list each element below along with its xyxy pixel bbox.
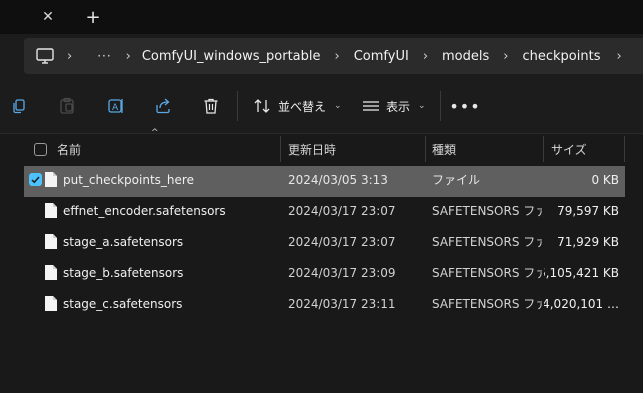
column-header-name[interactable]: 名前	[57, 136, 81, 162]
rename-icon: A	[108, 99, 123, 113]
toolbar-divider	[440, 91, 441, 121]
column-header-size[interactable]: サイズ	[551, 136, 587, 162]
file-date: 2024/03/05 3:13	[288, 172, 388, 187]
more-options-button[interactable]: •••	[449, 95, 479, 117]
command-bar: A 並べ替え ⌄ 表示 ⌄ •••	[0, 79, 643, 134]
delete-button[interactable]	[199, 95, 223, 117]
copy-icon	[13, 99, 25, 114]
file-name: effnet_encoder.safetensors	[63, 203, 226, 218]
table-row[interactable]: effnet_encoder.safetensors 2024/03/17 23…	[24, 197, 625, 228]
chevron-right-icon[interactable]: ›	[503, 49, 508, 64]
file-icon	[45, 296, 57, 311]
sort-label: 並べ替え	[278, 99, 327, 114]
chevron-right-icon[interactable]: ›	[67, 49, 72, 64]
file-name: stage_a.safetensors	[63, 234, 184, 249]
column-header-date[interactable]: 更新日時	[288, 136, 336, 162]
checkmark-icon	[31, 176, 40, 183]
file-icon	[45, 172, 57, 187]
breadcrumb-comfyui-windows-portable[interactable]: ComfyUI_windows_portable	[142, 49, 321, 64]
file-type: SAFETENSORS ファ	[432, 235, 542, 249]
column-divider[interactable]	[280, 136, 281, 162]
file-size: 0 KB	[591, 172, 619, 187]
file-size: 14,020,101 …	[544, 296, 619, 311]
file-date: 2024/03/17 23:07	[288, 203, 396, 218]
sort-button[interactable]: 並べ替え ⌄	[254, 95, 342, 117]
toolbar-divider	[237, 91, 238, 121]
close-tab-icon[interactable]: ✕	[37, 7, 59, 27]
file-type: SAFETENSORS ファ	[432, 297, 542, 311]
file-date: 2024/03/17 23:11	[288, 296, 396, 311]
view-button[interactable]: 表示 ⌄	[362, 95, 426, 117]
title-bar: ✕ +	[0, 0, 643, 34]
file-type: ファイル	[432, 173, 481, 187]
trash-icon	[204, 98, 218, 114]
share-button[interactable]	[151, 95, 175, 117]
file-size: 6,105,421 KB	[544, 265, 619, 280]
view-label: 表示	[386, 99, 411, 114]
file-name: stage_c.safetensors	[63, 296, 183, 311]
chevron-down-icon: ⌄	[418, 101, 426, 111]
copy-button[interactable]	[7, 95, 31, 117]
chevron-right-icon[interactable]: ›	[423, 49, 428, 64]
file-icon	[45, 203, 57, 218]
breadcrumb-models[interactable]: models	[442, 49, 489, 64]
vertical-scrollbar[interactable]	[639, 134, 643, 393]
column-divider[interactable]	[543, 136, 544, 162]
chevron-right-icon[interactable]: ›	[126, 49, 131, 64]
sort-icon	[254, 99, 270, 113]
file-type: SAFETENSORS ファ	[432, 204, 542, 218]
file-name: stage_b.safetensors	[63, 265, 184, 280]
select-all-checkbox[interactable]	[34, 136, 47, 162]
table-row[interactable]: put_checkpoints_here 2024/03/05 3:13 ファイ…	[24, 166, 625, 197]
chevron-down-icon: ⌄	[334, 101, 342, 111]
column-divider[interactable]	[624, 136, 625, 162]
table-row[interactable]: stage_c.safetensors 2024/03/17 23:11 SAF…	[24, 290, 625, 321]
column-header-type[interactable]: 種類	[432, 136, 456, 162]
file-date: 2024/03/17 23:07	[288, 234, 396, 249]
column-divider[interactable]	[425, 136, 426, 162]
file-name: put_checkpoints_here	[63, 172, 194, 187]
file-size: 71,929 KB	[557, 234, 619, 249]
file-icon	[45, 265, 57, 280]
paste-button[interactable]	[55, 95, 79, 117]
rename-button[interactable]: A	[104, 95, 128, 117]
address-area: › ··· › ComfyUI_windows_portable › Comfy…	[0, 34, 643, 79]
breadcrumb-checkpoints[interactable]: checkpoints	[522, 49, 600, 64]
chevron-right-icon[interactable]: ›	[335, 49, 340, 64]
paste-icon	[60, 97, 74, 114]
chevron-right-icon[interactable]: ›	[616, 49, 621, 64]
file-size: 79,597 KB	[557, 203, 619, 218]
row-checkbox[interactable]	[29, 173, 42, 186]
computer-icon[interactable]	[34, 47, 56, 65]
list-header: 名前 更新日時 種類 サイズ	[24, 136, 625, 162]
address-bar[interactable]: › ··· › ComfyUI_windows_portable › Comfy…	[24, 38, 643, 74]
table-row[interactable]: stage_a.safetensors 2024/03/17 23:07 SAF…	[24, 228, 625, 259]
table-row[interactable]: stage_b.safetensors 2024/03/17 23:09 SAF…	[24, 259, 625, 290]
svg-text:A: A	[112, 103, 119, 113]
breadcrumb-comfyui[interactable]: ComfyUI	[354, 49, 409, 64]
file-icon	[45, 234, 57, 249]
file-type: SAFETENSORS ファ	[432, 266, 542, 280]
file-date: 2024/03/17 23:09	[288, 265, 396, 280]
share-icon	[156, 98, 170, 114]
view-list-icon	[363, 101, 379, 111]
checkbox-icon	[34, 142, 47, 156]
file-rows: put_checkpoints_here 2024/03/05 3:13 ファイ…	[24, 166, 625, 321]
new-tab-button[interactable]: +	[82, 6, 104, 28]
breadcrumb-overflow[interactable]: ···	[97, 49, 111, 63]
